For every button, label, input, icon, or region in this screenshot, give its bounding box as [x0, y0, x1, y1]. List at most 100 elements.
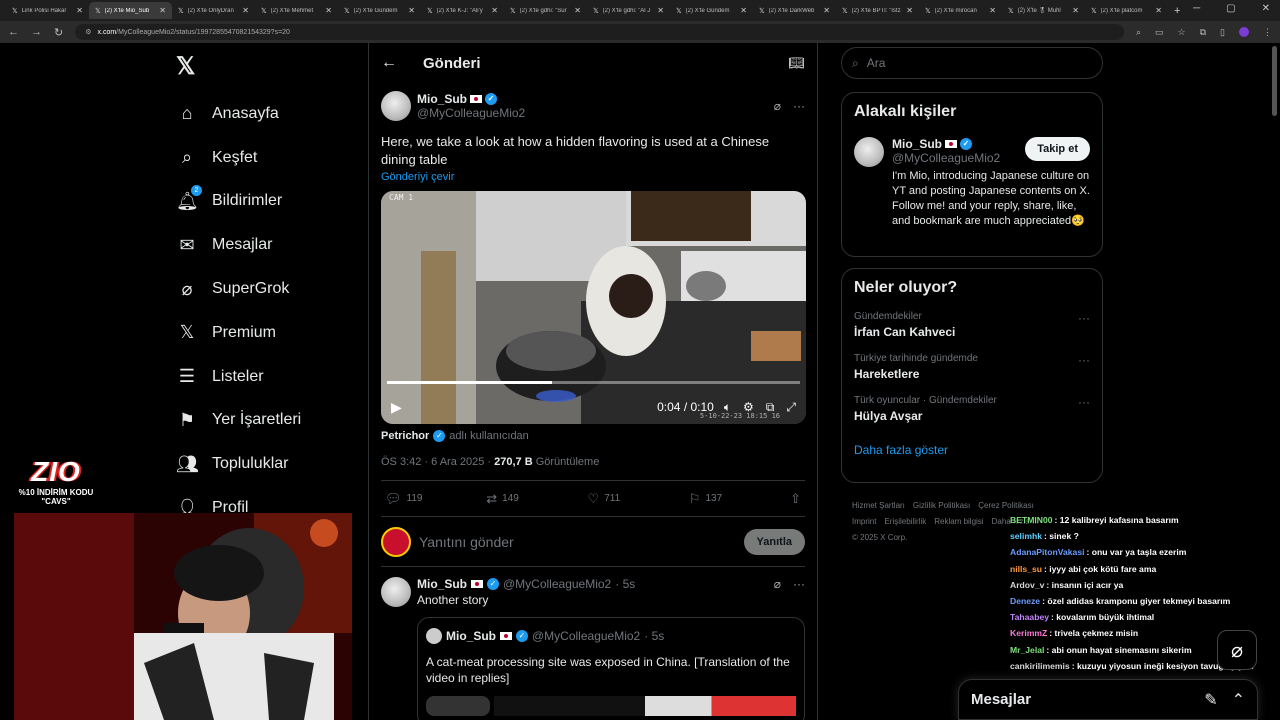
- close-tab-icon[interactable]: ✕: [76, 6, 83, 15]
- reload-icon[interactable]: ↻: [54, 26, 63, 39]
- close-tab-icon[interactable]: ✕: [906, 6, 913, 15]
- avatar[interactable]: [381, 577, 411, 607]
- footer-link[interactable]: Reklam bilgisi: [934, 517, 983, 526]
- browser-tab[interactable]: 𝕏 Link Polisi Hakar ✕: [6, 2, 89, 19]
- close-tab-icon[interactable]: ✕: [408, 6, 415, 15]
- close-tab-icon[interactable]: ✕: [1155, 6, 1162, 15]
- browser-tab[interactable]: 𝕏 (2) X'te Gündem ✕: [670, 2, 753, 19]
- repost-button[interactable]: ⇄ 149: [486, 491, 587, 507]
- nav-item-yer-i-aretleri[interactable]: ⚑ Yer İşaretleri: [176, 399, 301, 443]
- fullscreen-icon[interactable]: ⤢: [786, 400, 796, 415]
- page-scrollbar[interactable]: [1272, 46, 1277, 116]
- close-tab-icon[interactable]: ✕: [740, 6, 747, 15]
- grok-floating-button[interactable]: ⌀: [1217, 630, 1257, 670]
- play-icon[interactable]: ▶: [391, 399, 402, 416]
- footer-link[interactable]: Imprint: [852, 517, 876, 526]
- trend-item[interactable]: Türkiye tarihinde gündemde Hareketlere ···: [854, 353, 1090, 381]
- avatar[interactable]: [854, 137, 884, 167]
- reply-input[interactable]: Yanıtını gönder: [419, 534, 514, 550]
- browser-tab[interactable]: 𝕏 (2) X'te gdhi: "Al J ✕: [587, 2, 670, 19]
- related-person[interactable]: Mio_Sub ✓ @MyColleagueMio2 Takip et I'm M…: [854, 137, 1090, 229]
- expand-icon[interactable]: ⌃: [1232, 690, 1245, 710]
- nav-item-topluluklar[interactable]: 👥︎ Topluluklar: [176, 442, 301, 486]
- search-input[interactable]: ⌕ Ara: [841, 47, 1103, 79]
- related-handle[interactable]: @MyColleagueMio2: [892, 151, 1000, 165]
- close-tab-icon[interactable]: ✕: [159, 6, 166, 15]
- translate-link[interactable]: Gönderiyi çevir: [381, 171, 805, 183]
- follow-button[interactable]: Takip et: [1025, 137, 1090, 161]
- chat-username[interactable]: cankirilimemis: [1010, 661, 1070, 671]
- sidebar-icon[interactable]: ▯: [1220, 27, 1225, 38]
- footer-link[interactable]: Çerez Politikası: [978, 501, 1034, 510]
- browser-menu-icon[interactable]: ⋮: [1263, 27, 1272, 38]
- chat-username[interactable]: AdanaPitonVakasi: [1010, 547, 1085, 557]
- trend-item[interactable]: Gündemdekiler İrfan Can Kahveci ···: [854, 311, 1090, 339]
- close-tab-icon[interactable]: ✕: [242, 6, 249, 15]
- close-window-button[interactable]: ✕: [1262, 3, 1270, 14]
- close-tab-icon[interactable]: ✕: [325, 6, 332, 15]
- footer-link[interactable]: Erişilebilirlik: [884, 517, 926, 526]
- nav-item-listeler[interactable]: ☰ Listeler: [176, 355, 301, 399]
- browser-tab[interactable]: 𝕏 (2) X'te DarkWeb ✕: [753, 2, 836, 19]
- browser-tab[interactable]: 𝕏 (2) X'te Mio_Sub ✕: [89, 2, 172, 19]
- back-arrow-icon[interactable]: ←: [381, 54, 397, 72]
- close-tab-icon[interactable]: ✕: [574, 6, 581, 15]
- forward-nav-icon[interactable]: →: [31, 26, 42, 38]
- reply-button[interactable]: 💬︎ 119: [385, 491, 486, 507]
- zoom-icon[interactable]: ⌕: [1136, 27, 1141, 38]
- user-avatar[interactable]: [381, 526, 411, 557]
- browser-tab[interactable]: 𝕏 (2) X'te platcom ✕: [1085, 2, 1168, 19]
- post-date[interactable]: ÖS 3:42 · 6 Ara 2025 ·: [381, 456, 494, 468]
- show-more-link[interactable]: Daha fazla göster: [854, 443, 1090, 457]
- video-progress-bar[interactable]: [387, 381, 800, 384]
- new-tab-button[interactable]: +: [1174, 5, 1180, 17]
- browser-tab[interactable]: 𝕏 (2) X'te gdhi: "Sur ✕: [504, 2, 587, 19]
- browser-tab[interactable]: 𝕏 (2) X'te BPTI: "İstz ✕: [836, 2, 919, 19]
- chat-username[interactable]: Mr_Jelal: [1010, 645, 1044, 655]
- nav-item-bildirimler[interactable]: 🔔︎ 2 Bildirimler: [176, 180, 301, 224]
- nav-item-mesajlar[interactable]: ✉ Mesajlar: [176, 223, 301, 267]
- chat-username[interactable]: Deneze: [1010, 596, 1040, 606]
- chat-username[interactable]: Ardov_v: [1010, 580, 1044, 590]
- more-options-icon[interactable]: ···: [793, 577, 805, 591]
- maximize-button[interactable]: ▢: [1226, 3, 1235, 14]
- chat-username[interactable]: BETMIN00: [1010, 515, 1053, 525]
- browser-tab[interactable]: 𝕏 (2) X'te 🎖 Muhl ✕: [1002, 2, 1085, 19]
- browser-tab[interactable]: 𝕏 (2) X'te mirocan ✕: [919, 2, 1002, 19]
- chat-username[interactable]: selimhk: [1010, 531, 1042, 541]
- nav-item-premium[interactable]: 𝕏 Premium: [176, 311, 301, 355]
- star-icon[interactable]: ☆: [1178, 27, 1186, 38]
- close-tab-icon[interactable]: ✕: [657, 6, 664, 15]
- nav-item-supergrok[interactable]: ⌀ SuperGrok: [176, 267, 301, 311]
- close-tab-icon[interactable]: ✕: [823, 6, 830, 15]
- browser-tab[interactable]: 𝕏 (2) X'te Mehmet ✕: [255, 2, 338, 19]
- browser-tab[interactable]: 𝕏 (2) X'te Gündem ✕: [338, 2, 421, 19]
- browser-tab[interactable]: 𝕏 (2) X'te K-J: "Ali'y ✕: [421, 2, 504, 19]
- related-name[interactable]: Mio_Sub: [892, 137, 942, 151]
- browser-tab[interactable]: 𝕏 (2) X'te OnlyDran ✕: [172, 2, 255, 19]
- close-tab-icon[interactable]: ✕: [491, 6, 498, 15]
- author-name[interactable]: Mio_Sub: [417, 577, 467, 591]
- profile-avatar[interactable]: [1239, 27, 1249, 37]
- chat-username[interactable]: Tahaabey: [1010, 612, 1049, 622]
- messages-drawer[interactable]: Mesajlar ✎ ⌃: [958, 679, 1258, 720]
- cast-icon[interactable]: ▭: [1155, 27, 1164, 38]
- video-player[interactable]: CAM 1 ▶ 0:04 / 0:10 🔈︎ ⚙ ⧉ ⤢ 5-10-22-23 …: [381, 191, 806, 424]
- minimize-button[interactable]: ─: [1193, 3, 1200, 14]
- author-handle[interactable]: @MyColleagueMio2: [503, 577, 611, 591]
- back-nav-icon[interactable]: ←: [8, 26, 19, 38]
- compose-message-icon[interactable]: ✎: [1204, 690, 1217, 710]
- like-button[interactable]: ♡ 711: [588, 491, 689, 507]
- more-options-icon[interactable]: ···: [1078, 311, 1090, 339]
- nav-item-anasayfa[interactable]: ⌂ Anasayfa: [176, 92, 301, 136]
- share-button[interactable]: ⇧: [790, 491, 801, 507]
- avatar[interactable]: [381, 91, 411, 121]
- trend-item[interactable]: Türk oyuncular · Gündemdekiler Hülya Avşa…: [854, 395, 1090, 423]
- chat-username[interactable]: nills_su: [1010, 564, 1042, 574]
- more-options-icon[interactable]: ···: [793, 99, 805, 113]
- grok-icon[interactable]: ⌀: [774, 99, 781, 113]
- x-logo[interactable]: 𝕏: [176, 52, 195, 81]
- close-tab-icon[interactable]: ✕: [989, 6, 996, 15]
- footer-link[interactable]: Hizmet Şartları: [852, 501, 905, 510]
- grok-icon[interactable]: ⌀: [774, 577, 781, 591]
